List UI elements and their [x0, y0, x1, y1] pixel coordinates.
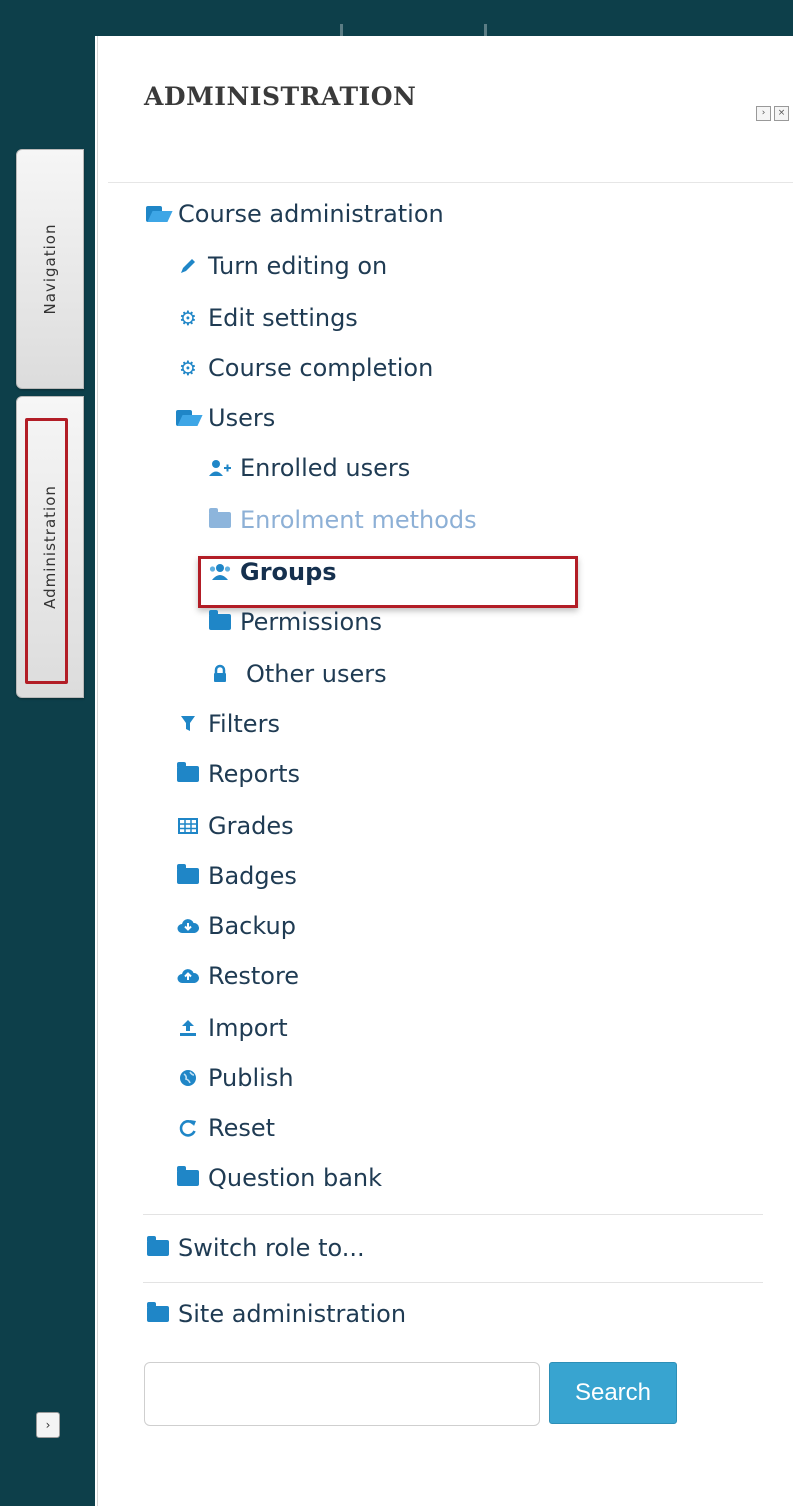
hide-block-icon[interactable]: × — [774, 106, 789, 121]
tree-item-other-users[interactable]: Other users — [206, 660, 387, 688]
tree-item-grades[interactable]: Grades — [174, 812, 294, 840]
item-label: Turn editing on — [208, 252, 388, 280]
tree-item-course-completion[interactable]: ⚙ Course completion — [174, 354, 433, 382]
tree-item-turn-editing-on[interactable]: Turn editing on — [174, 252, 387, 280]
folder-open-icon — [174, 410, 203, 426]
tree-item-publish[interactable]: Publish — [174, 1064, 294, 1092]
tab-navigation-label: Navigation — [41, 223, 59, 315]
item-label: Site administration — [178, 1300, 407, 1328]
lock-icon — [206, 664, 234, 684]
section-divider — [143, 1282, 763, 1283]
item-label: Badges — [208, 862, 297, 890]
refresh-icon — [174, 1118, 202, 1138]
globe-icon — [174, 1068, 202, 1088]
upload-icon — [174, 1018, 202, 1038]
item-label: Publish — [208, 1064, 294, 1092]
tree-item-badges[interactable]: Badges — [174, 862, 297, 890]
tree-item-switch-role[interactable]: Switch role to... — [144, 1234, 365, 1262]
tree-item-question-bank[interactable]: Question bank — [174, 1164, 382, 1192]
item-label: Enrolled users — [240, 454, 411, 482]
cogs-icon: ⚙ — [179, 306, 197, 330]
folder-icon — [206, 610, 234, 630]
item-label: Backup — [208, 912, 296, 940]
item-label: Filters — [208, 710, 280, 738]
tree-item-edit-settings[interactable]: ⚙ Edit settings — [174, 304, 358, 332]
user-plus-icon — [206, 458, 234, 478]
item-label: Enrolment methods — [240, 506, 477, 534]
tree-item-import[interactable]: Import — [174, 1014, 288, 1042]
top-bar — [0, 0, 793, 36]
item-label: Reports — [208, 760, 301, 788]
item-label: Permissions — [240, 608, 382, 636]
tree-item-restore[interactable]: Restore — [174, 962, 299, 990]
tree-item-reports[interactable]: Reports — [174, 760, 300, 788]
dock-block-icon[interactable]: › — [756, 106, 771, 121]
tree-item-enrolment-methods[interactable]: Enrolment methods — [206, 506, 477, 534]
cloud-download-icon — [174, 917, 202, 935]
item-label: Grades — [208, 812, 294, 840]
item-label: Restore — [208, 962, 300, 990]
item-label: Question bank — [208, 1164, 383, 1192]
item-label: Course administration — [178, 200, 444, 228]
folder-icon — [174, 1166, 202, 1186]
header-divider — [108, 182, 793, 183]
folder-open-icon — [144, 206, 173, 222]
folder-icon — [144, 1302, 172, 1322]
cloud-upload-icon — [174, 967, 202, 985]
top-bar-fragment — [484, 24, 487, 36]
folder-icon — [174, 864, 202, 884]
tree-item-course-administration[interactable]: Course administration — [144, 200, 444, 228]
tree-item-users[interactable]: Users — [174, 404, 275, 432]
administration-tab-highlight — [25, 418, 68, 684]
tree-item-reset[interactable]: Reset — [174, 1114, 275, 1142]
search-button[interactable]: Search — [549, 1362, 677, 1424]
tree-item-permissions[interactable]: Permissions — [206, 608, 382, 636]
top-bar-fragment — [340, 24, 343, 36]
administration-block: ADMINISTRATION › × Course administration… — [97, 36, 793, 1506]
pencil-icon — [174, 256, 202, 276]
tree-item-backup[interactable]: Backup — [174, 912, 296, 940]
item-label: Other users — [246, 660, 387, 688]
section-divider — [143, 1214, 763, 1215]
folder-icon — [174, 762, 202, 782]
item-label: Switch role to... — [178, 1234, 365, 1262]
filter-icon — [174, 715, 202, 733]
item-label: Import — [208, 1014, 288, 1042]
tab-navigation[interactable]: Navigation — [16, 149, 84, 389]
tree-item-site-administration[interactable]: Site administration — [144, 1300, 406, 1328]
block-title: ADMINISTRATION — [144, 82, 417, 111]
tree-item-enrolled-users[interactable]: Enrolled users — [206, 454, 410, 482]
groups-highlight — [198, 556, 578, 608]
block-controls: › × — [756, 106, 789, 121]
folder-icon — [144, 1236, 172, 1256]
tree-item-filters[interactable]: Filters — [174, 710, 280, 738]
item-label: Edit settings — [208, 304, 358, 332]
item-label: Course completion — [208, 354, 434, 382]
admin-search-input[interactable] — [144, 1362, 540, 1426]
item-label: Reset — [208, 1114, 276, 1142]
table-icon — [174, 818, 202, 834]
dock-expand-icon[interactable]: › — [36, 1412, 60, 1438]
folder-icon — [206, 508, 234, 528]
cogs-icon: ⚙ — [179, 356, 197, 380]
item-label: Users — [208, 404, 276, 432]
